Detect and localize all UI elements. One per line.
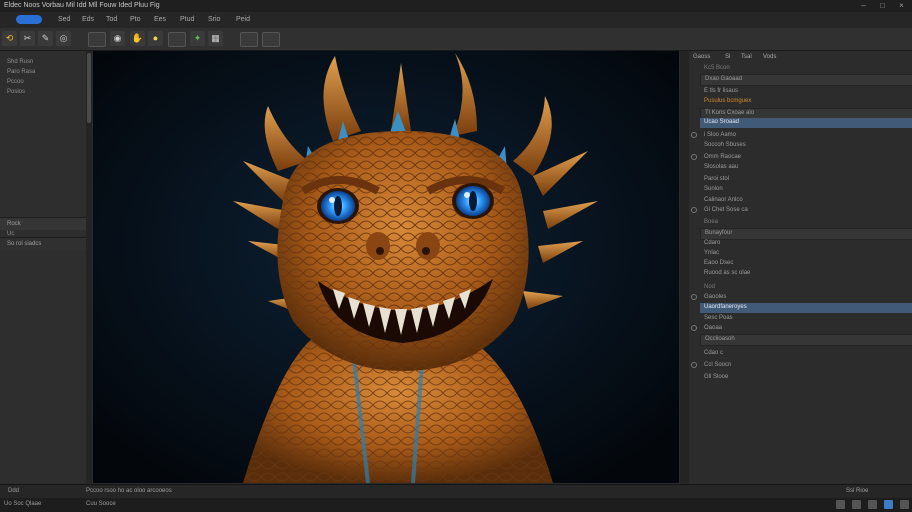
left-panel-item[interactable]: Poslos bbox=[7, 89, 25, 95]
rotate-icon[interactable]: ⟲ bbox=[2, 31, 17, 46]
panel-row[interactable]: Ccl Soocn bbox=[691, 361, 912, 371]
maximize-icon[interactable]: □ bbox=[878, 1, 887, 10]
panel-section-title: Pusulus bcmguex bbox=[704, 98, 752, 104]
zoom-icon[interactable]: ● bbox=[148, 31, 163, 46]
menu-item[interactable]: Tod bbox=[106, 16, 117, 23]
panel-row[interactable]: E tls fr lisaus bbox=[700, 87, 912, 97]
image-thumb-icon[interactable] bbox=[88, 32, 106, 47]
tray-icon[interactable] bbox=[852, 500, 861, 509]
panel-row-selected[interactable]: Uaordfaneroyes bbox=[700, 303, 912, 313]
panel-row[interactable]: Gaooles bbox=[691, 293, 912, 303]
tab-1[interactable]: Sl bbox=[725, 54, 730, 60]
status-center: Pccoo rsoo ho ac oloo arcooeos bbox=[86, 488, 172, 494]
status-bar: Ddd Pccoo rsoo ho ac oloo arcooeos Ssl R… bbox=[0, 484, 912, 499]
menu-item[interactable]: Sed bbox=[58, 16, 70, 23]
status-left: Ddd bbox=[8, 488, 20, 494]
panel-row[interactable]: Omm Raocae bbox=[691, 153, 912, 163]
panel-row-selected[interactable]: Ucao Sroaad bbox=[700, 118, 912, 128]
left-panel-scrollbar[interactable] bbox=[86, 51, 92, 483]
panel-field[interactable]: Occlioasoh bbox=[700, 334, 912, 346]
menu-item[interactable]: Peid bbox=[236, 16, 250, 23]
dragon-image bbox=[93, 51, 679, 483]
menu-item[interactable]: Pto bbox=[130, 16, 141, 23]
tab-3[interactable]: Vods bbox=[763, 54, 776, 60]
panel-row[interactable]: Paroi stol bbox=[700, 175, 912, 185]
panel-row[interactable]: Soccoh Sbuses bbox=[700, 141, 912, 151]
taskbar-left: Uo Soc Qlaae bbox=[4, 501, 42, 507]
toolbar: ⟲ ✂ ✎ ◎ ◉ ✋ ● ✦ ▦ bbox=[0, 28, 912, 51]
left-panel: Shd Rusn Paro Rasa Pccoo Poslos Rock Uc … bbox=[0, 51, 87, 483]
panel-row: Nod bbox=[704, 284, 716, 290]
left-panel-row[interactable]: So rol siadcs bbox=[0, 238, 86, 250]
panel-row[interactable]: Slosolas aau bbox=[700, 163, 912, 173]
left-panel-item[interactable]: Paro Rasa bbox=[7, 69, 35, 75]
tray-icon[interactable] bbox=[868, 500, 877, 509]
taskbar: Uo Soc Qlaae Cuu Sooce bbox=[0, 498, 912, 512]
grid-icon[interactable]: ▦ bbox=[208, 31, 223, 46]
image-icon[interactable] bbox=[240, 32, 258, 47]
tray-icon[interactable] bbox=[884, 500, 893, 509]
window-controls: – □ × bbox=[859, 1, 906, 10]
right-panel: Gaoss Sl Tsal Vods Kc5 Bcon Dxao Gaoaad … bbox=[680, 51, 912, 483]
panel-row[interactable]: Cdaro bbox=[700, 239, 912, 249]
panel-row[interactable]: Ruood as sc olae bbox=[700, 269, 912, 279]
left-panel-section-header[interactable]: Rock bbox=[0, 218, 86, 230]
status-right: Ssl Rioe bbox=[846, 488, 869, 494]
tray-icon[interactable] bbox=[836, 500, 845, 509]
menu-bar: Sed Eds Tod Pto Ees Ptud Srio Peid bbox=[0, 12, 912, 29]
left-panel-item[interactable]: Pccoo bbox=[7, 79, 24, 85]
window-title: Eldec Noos Vorbau Mil Idd Mll Fouw Ided … bbox=[4, 2, 160, 9]
wand-icon[interactable]: ✦ bbox=[190, 31, 205, 46]
menu-item[interactable]: Srio bbox=[208, 16, 220, 23]
hand-icon[interactable]: ✋ bbox=[130, 31, 145, 46]
panel-row[interactable]: Calinaor Anlco bbox=[700, 196, 912, 206]
minimize-icon[interactable]: – bbox=[859, 1, 868, 10]
panel-row[interactable]: i Sloo Aamo bbox=[691, 131, 912, 141]
panel-row[interactable]: Ynlac bbox=[700, 249, 912, 259]
tab-2[interactable]: Tsal bbox=[741, 54, 752, 60]
brush-icon[interactable]: ✎ bbox=[38, 31, 53, 46]
layer-icon[interactable] bbox=[168, 32, 186, 47]
close-icon[interactable]: × bbox=[897, 1, 906, 10]
tray-icon[interactable] bbox=[900, 500, 909, 509]
right-panel-gutter bbox=[680, 51, 689, 483]
panel-row[interactable]: Gll Slooe bbox=[700, 373, 912, 383]
eye-icon[interactable]: ◉ bbox=[110, 31, 125, 46]
panel-row: Boea bbox=[704, 219, 719, 225]
panel-field[interactable]: Dxao Gaoaad bbox=[700, 74, 912, 86]
stamp-icon[interactable]: ◎ bbox=[56, 31, 71, 46]
brand-pill[interactable] bbox=[16, 15, 42, 24]
panel-row[interactable]: Sesc Poas bbox=[700, 314, 912, 324]
panel-row[interactable]: Eaoo Dsec bbox=[700, 259, 912, 269]
panel-row: Kc5 Bcon bbox=[704, 65, 730, 71]
panel-row[interactable]: Oaoaa bbox=[691, 324, 912, 334]
panel-row[interactable]: Gl Chet Sose ca bbox=[691, 206, 912, 216]
tab-0[interactable]: Gaoss bbox=[693, 54, 710, 60]
menu-item[interactable]: Eds bbox=[82, 16, 94, 23]
panel-row[interactable]: Sunlon bbox=[700, 185, 912, 195]
panel-row[interactable]: Cdao c bbox=[700, 349, 912, 359]
export-icon[interactable] bbox=[262, 32, 280, 47]
taskbar-center: Cuu Sooce bbox=[86, 501, 116, 507]
menu-item[interactable]: Ptud bbox=[180, 16, 194, 23]
image-canvas[interactable] bbox=[93, 51, 679, 483]
crop-icon[interactable]: ✂ bbox=[20, 31, 35, 46]
left-panel-item[interactable]: Shd Rusn bbox=[7, 59, 33, 65]
menu-item[interactable]: Ees bbox=[154, 16, 166, 23]
